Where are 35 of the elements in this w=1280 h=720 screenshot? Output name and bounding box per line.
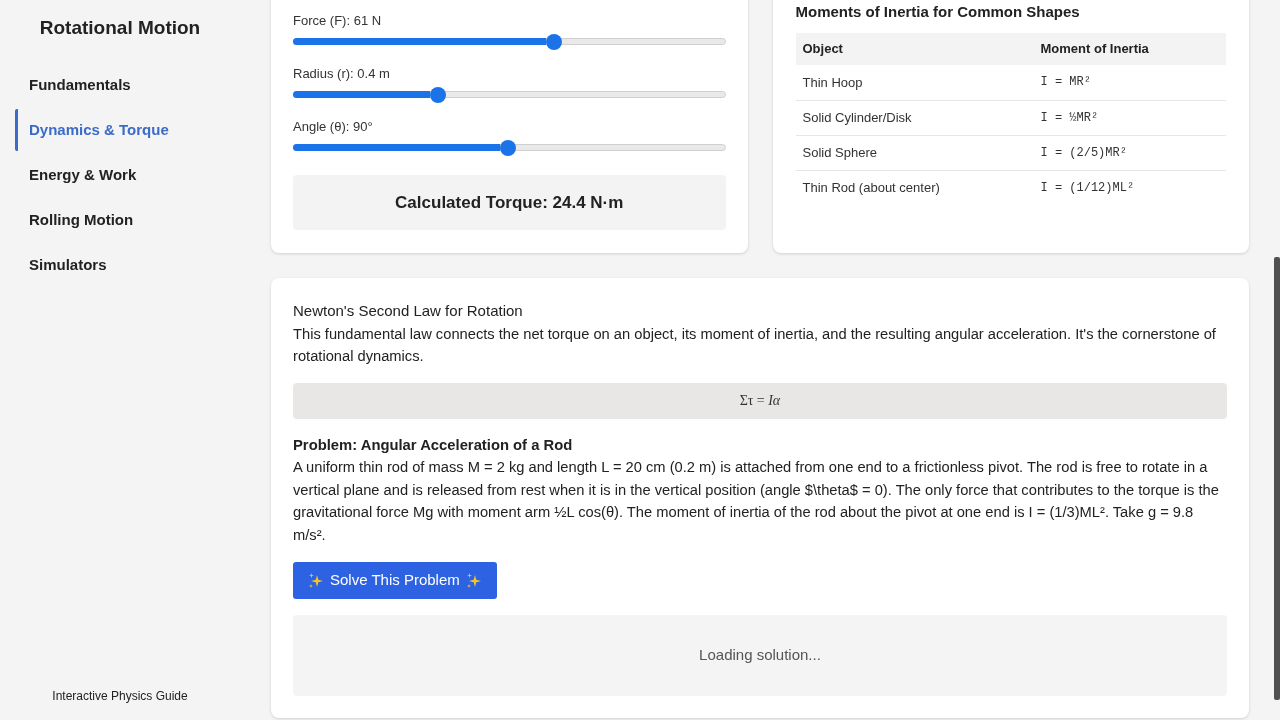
table-cell: Solid Sphere [795,135,1034,170]
problem-text: A uniform thin rod of mass M = 2 kg and length L = 20 cm (0.2 m) is attached from one end to a frictionless pivot. The rod is free to rotate in a vertical plane and is released from rest when it is in the vertical position (angle $\theta$ = 0). The only force that contributes to the torque is the gravitational force Mg with moment arm ½L cos(θ). The moment of inertia of the rod about the pivot at one end is I = (1/3)ML². Take g = 9.8 m/s². [293,458,1220,545]
table-cell: I = ½MR² [1033,100,1226,135]
scrollbar-thumb[interactable] [1274,257,1280,700]
slider-label: Radius (r): 0.4 m [293,65,390,83]
sidebar-item[interactable]: Simulators [15,244,225,286]
slider-label: Force (F): 61 N [293,12,382,30]
table-header-cell: Object [795,33,1034,65]
section-title: Newton's Second Law for Rotation [293,301,523,321]
table-cell: I = (1/12)ML² [1033,170,1226,205]
solution-box: Loading solution... [293,615,1227,696]
table-cell: Solid Cylinder/Disk [795,100,1034,135]
table-cell: Thin Hoop [795,65,1034,100]
table-cell: I = MR² [1033,65,1226,100]
sparkle-icon [465,572,482,589]
table-cell: Thin Rod (about center) [795,170,1034,205]
section-description: This fundamental law connects the net torque on an object, its moment of inertia, and the resulting angular acceleration. It's the cornerstone of rotational dynamics. [293,324,1217,366]
table-title: Moments of Inertia for Common Shapes [795,2,1080,22]
sidebar-item[interactable]: Energy & Work [15,154,225,196]
solve-button[interactable]: Solve This Problem [293,562,497,599]
sidebar-footer: Interactive Physics Guide [52,689,188,704]
slider-thumb[interactable] [429,86,446,103]
table-header-cell: Moment of Inertia [1033,33,1226,65]
table-cell: I = (2/5)MR² [1033,135,1226,170]
sparkle-icon [308,572,324,589]
sidebar-item[interactable]: Dynamics & Torque [15,109,225,151]
sidebar-item[interactable]: Rolling Motion [15,199,225,241]
slider-label: Angle (θ): 90° [293,118,373,136]
slider-thumb[interactable] [545,33,562,50]
torque-result: Calculated Torque: 24.4 N·m [293,175,726,230]
formula-box: Στ = Iα [293,382,1227,419]
problem-title: Problem: Angular Acceleration of a Rod [293,435,573,455]
sidebar-title: Rotational Motion [39,16,201,40]
sidebar-item[interactable]: Fundamentals [15,64,225,106]
slider-thumb[interactable] [500,139,517,156]
